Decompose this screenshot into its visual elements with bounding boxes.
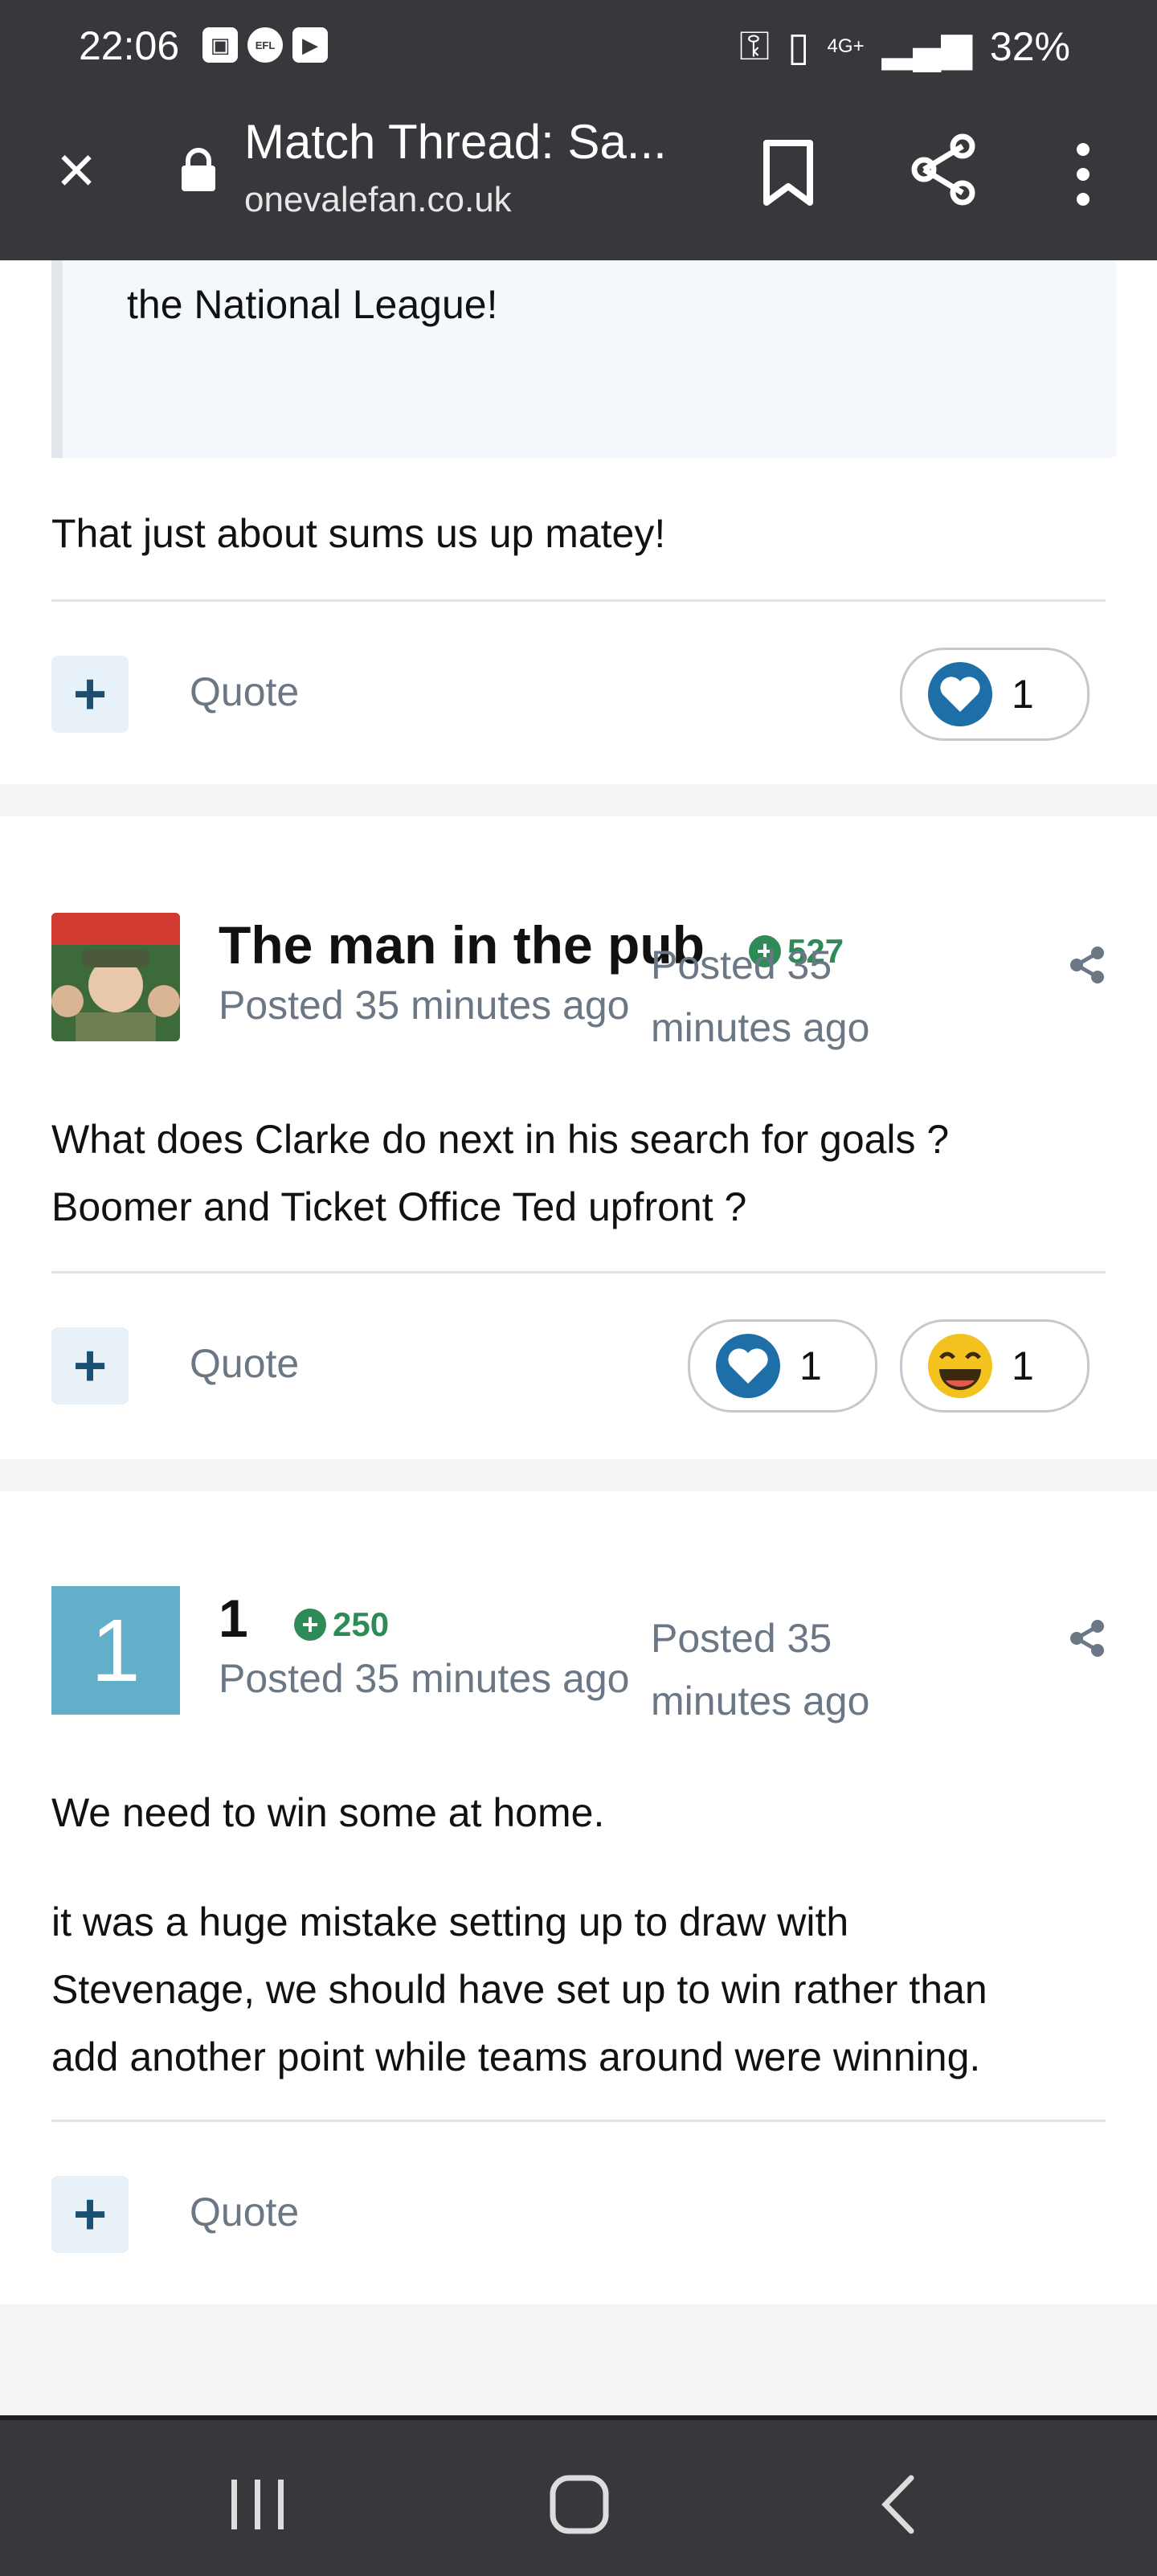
more-options-icon[interactable] — [1061, 138, 1106, 211]
post-date: Posted 35 minutes ago — [219, 1656, 630, 1701]
laughing-emoji-icon — [928, 1334, 992, 1398]
signal-icon: ▂▄▆ — [881, 23, 972, 69]
post-date-wrapped: Posted 35 minutes ago — [651, 942, 870, 1050]
reaction-count: 1 — [1012, 672, 1034, 717]
author-name[interactable]: 1 — [219, 1588, 248, 1649]
post-paragraph: it was a huge mistake setting up to draw… — [51, 1899, 987, 2079]
gallery-icon: ▣ — [202, 27, 238, 63]
plus-circle-icon: + — [294, 1609, 326, 1641]
share-icon[interactable] — [908, 133, 980, 206]
quote-button[interactable]: Quote — [190, 669, 299, 715]
divider — [51, 599, 1106, 602]
post-date: Posted 35 minutes ago — [219, 983, 630, 1028]
page-url[interactable]: onevalefan.co.uk — [244, 180, 512, 220]
battery-level: 32% — [989, 23, 1070, 69]
back-icon[interactable] — [865, 2468, 937, 2541]
reaction-haha-button[interactable]: 1 — [900, 1319, 1090, 1413]
quote-button[interactable]: Quote — [190, 1340, 299, 1387]
reputation-count: 250 — [333, 1605, 390, 1643]
post-date-wrapped: Posted 35 minutes ago — [651, 1616, 870, 1723]
multiquote-button[interactable]: + — [51, 1327, 129, 1405]
browser-toolbar: × Match Thread: Sa... onevalefan.co.uk — [0, 98, 1157, 260]
avatar[interactable] — [51, 913, 180, 1041]
page-title[interactable]: Match Thread: Sa... — [244, 114, 667, 170]
reaction-like-button[interactable]: 1 — [900, 648, 1090, 741]
navigation-bar — [0, 2415, 1157, 2576]
divider — [51, 2120, 1106, 2122]
reaction-count: 1 — [799, 1343, 822, 1388]
post-body: That just about sums us up matey! — [51, 511, 666, 556]
battery-saver-icon: ▯ — [787, 23, 810, 69]
vpn-key-icon: ⚿ — [738, 23, 771, 68]
post-body: What does Clarke do next in his search f… — [51, 1117, 950, 1229]
author-name[interactable]: The man in the pub — [219, 914, 705, 975]
multiquote-button[interactable]: + — [51, 2176, 129, 2253]
avatar[interactable]: 1 — [51, 1586, 180, 1715]
network-type: 4G+ — [827, 35, 865, 57]
reaction-count: 1 — [1012, 1343, 1034, 1388]
lock-icon — [182, 148, 215, 191]
reputation-badge: + 250 — [294, 1605, 389, 1644]
status-bar: 22:06 ▣ EFL ▶ ⚿ ▯ 4G+ ▂▄▆ 32% — [0, 0, 1157, 98]
youtube-icon: ▶ — [292, 27, 328, 63]
close-icon[interactable]: × — [47, 136, 106, 203]
reaction-like-button[interactable]: 1 — [688, 1319, 877, 1413]
share-post-icon[interactable] — [1067, 1618, 1107, 1658]
post-paragraph: We need to win some at home. — [51, 1790, 605, 1835]
divider — [51, 1271, 1106, 1274]
quote-block: the National League! — [51, 260, 1117, 458]
heart-icon — [716, 1334, 780, 1398]
quote-button[interactable]: Quote — [190, 2189, 299, 2235]
share-post-icon[interactable] — [1067, 945, 1107, 985]
bookmark-icon[interactable] — [762, 138, 815, 207]
efl-app-icon: EFL — [247, 27, 283, 63]
status-time: 22:06 — [79, 23, 180, 68]
recent-apps-icon[interactable] — [222, 2468, 294, 2541]
quote-text: the National League! — [127, 282, 498, 327]
heart-icon — [928, 662, 992, 726]
home-icon[interactable] — [543, 2468, 615, 2541]
multiquote-button[interactable]: + — [51, 656, 129, 733]
